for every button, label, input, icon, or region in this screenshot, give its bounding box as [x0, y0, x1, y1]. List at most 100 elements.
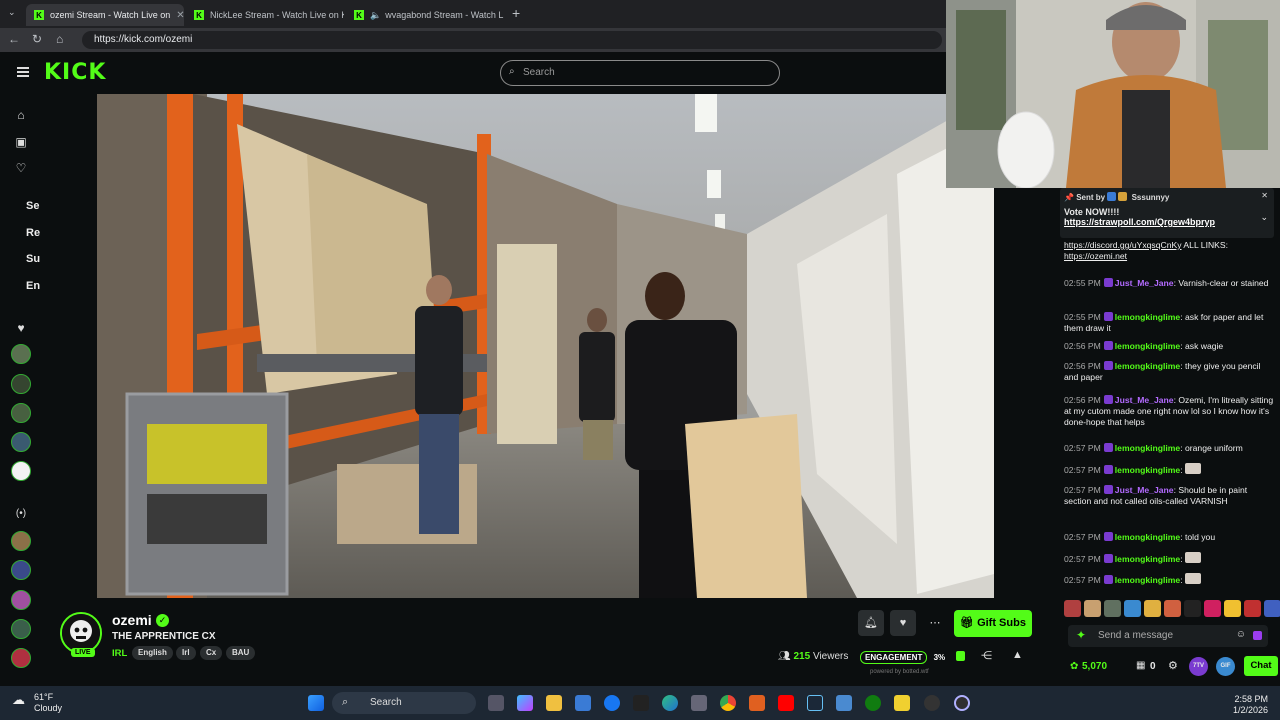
emote-icon[interactable] [1104, 600, 1121, 617]
emote-icon[interactable] [1244, 600, 1261, 617]
chat-input[interactable]: ✦ Send a message ☺ [1068, 625, 1268, 647]
chat-send-button[interactable]: Chat [1244, 656, 1278, 676]
channel-name[interactable]: ozemi [112, 612, 152, 628]
extension-icon[interactable] [956, 651, 965, 661]
following-heart-icon[interactable]: ♡ [14, 161, 28, 175]
new-tab-button[interactable]: + [512, 5, 520, 21]
search-input[interactable]: ⌕ Search [500, 60, 780, 86]
app-icon[interactable] [836, 695, 852, 711]
sidebar-channel-avatar[interactable] [11, 560, 31, 580]
obs-icon[interactable] [954, 695, 970, 711]
emote-icon[interactable] [1144, 600, 1161, 617]
menu-icon[interactable] [17, 67, 29, 77]
weather-widget[interactable]: ☁ 61°F Cloudy [12, 692, 62, 714]
file-explorer-icon[interactable] [546, 695, 562, 711]
chat-username[interactable]: lemongkinglime [1115, 443, 1180, 453]
emote-icon[interactable] [1164, 600, 1181, 617]
chat-username[interactable]: lemongkinglime [1115, 575, 1180, 585]
home-icon[interactable]: ⌂ [14, 108, 28, 122]
emote-icon[interactable] [1224, 600, 1241, 617]
sidebar-label[interactable]: Se [26, 200, 39, 212]
sidebar-channel-avatar[interactable] [11, 590, 31, 610]
chat-username[interactable]: lemongkinglime [1115, 465, 1180, 475]
gif-badge[interactable]: GIF [1216, 657, 1235, 676]
chat-username[interactable]: lemongkinglime [1115, 361, 1180, 371]
chrome-icon[interactable] [720, 695, 736, 711]
sidebar-channel-avatar[interactable] [11, 374, 31, 394]
edge-icon[interactable] [662, 695, 678, 711]
category-link[interactable]: IRL [112, 648, 127, 659]
unpin-icon[interactable]: ✕ [1261, 191, 1268, 200]
back-icon[interactable]: ← [8, 32, 20, 46]
report-icon[interactable]: ▲ [1012, 649, 1023, 661]
browser-tab-ozemi[interactable]: K ozemi Stream - Watch Live on ✕ [26, 4, 184, 26]
start-windows-icon[interactable] [308, 695, 324, 711]
points-count[interactable]: 5,070 [1082, 661, 1107, 672]
taskbar-clock[interactable]: 2:58 PM 1/2/2026 [1202, 694, 1268, 716]
chat-username[interactable]: Just_Me_Jane [1115, 485, 1174, 495]
emote-icon[interactable] [1084, 600, 1101, 617]
emote-icon[interactable] [1264, 600, 1280, 617]
chat-username[interactable]: lemongkinglime [1115, 341, 1180, 351]
emote-icon[interactable] [1204, 600, 1221, 617]
share-icon[interactable]: ⋲ [981, 649, 992, 662]
home-icon[interactable]: ⌂ [56, 32, 63, 46]
amazon-icon[interactable] [633, 695, 649, 711]
sidebar-label[interactable]: En [26, 280, 40, 292]
chat-username[interactable]: Just_Me_Jane [1115, 395, 1174, 405]
chat-username[interactable]: lemongkinglime [1115, 532, 1180, 542]
browse-icon[interactable]: ▣ [14, 135, 28, 149]
steam-icon[interactable] [807, 695, 823, 711]
tab-list-chevron-icon[interactable]: ⌄ [8, 7, 16, 18]
pinned-message[interactable]: 📌 Sent by Sssunnyy ✕ Vote NOW!!!! https:… [1060, 188, 1274, 238]
emote-icon[interactable] [1184, 600, 1201, 617]
sidebar-channel-avatar[interactable] [11, 531, 31, 551]
video-player[interactable] [97, 94, 994, 598]
chat-link[interactable]: https://ozemi.net [1064, 251, 1127, 261]
facebook-icon[interactable] [604, 695, 620, 711]
crate-count[interactable]: 0 [1150, 661, 1156, 672]
xbox-icon[interactable] [865, 695, 881, 711]
mute-icon[interactable]: 🔈 [370, 10, 381, 21]
sidebar-channel-avatar[interactable] [11, 461, 31, 481]
close-icon[interactable]: ✕ [176, 10, 184, 21]
emote-picker-icon[interactable] [1253, 631, 1262, 640]
url-field[interactable]: https://kick.com/ozemi [82, 31, 942, 49]
sidebar-channel-avatar[interactable] [11, 432, 31, 452]
settings-gear-icon[interactable]: ⚙ [1168, 659, 1178, 672]
sidebar-channel-avatar[interactable] [11, 403, 31, 423]
browser-tab-nicklee[interactable]: K NickLee Stream - Watch Live on K ✕ [186, 4, 344, 26]
sidebar-channel-avatar[interactable] [11, 648, 31, 668]
chat-username[interactable]: lemongkinglime [1115, 312, 1180, 322]
emote-icon[interactable] [1064, 600, 1081, 617]
more-options-button[interactable]: ⋯ [922, 610, 948, 636]
app-icon[interactable] [749, 695, 765, 711]
calculator-icon[interactable] [691, 695, 707, 711]
chat-link[interactable]: https://discord.gg/uYxqsqCnKy [1064, 240, 1182, 250]
taskbar-search[interactable]: ⌕ Search [332, 692, 476, 714]
tag-english[interactable]: English [132, 646, 173, 660]
notes-icon[interactable] [894, 695, 910, 711]
sidebar-label[interactable]: Re [26, 227, 40, 239]
tag-irl[interactable]: Irl [176, 646, 196, 660]
copilot-icon[interactable] [517, 695, 533, 711]
sidebar-label[interactable]: Su [26, 253, 40, 265]
youtube-icon[interactable] [778, 695, 794, 711]
gift-subs-button[interactable]: 🎁︎ Gift Subs [954, 610, 1032, 637]
chat-username[interactable]: Just_Me_Jane [1115, 278, 1174, 288]
emote-icon[interactable] [1124, 600, 1141, 617]
github-icon[interactable] [924, 695, 940, 711]
chat-username[interactable]: lemongkinglime [1115, 554, 1180, 564]
follow-heart-button[interactable]: ♥ [890, 610, 916, 636]
chevron-down-icon[interactable]: ⌄ [1260, 212, 1268, 223]
sidebar-channel-avatar[interactable] [11, 619, 31, 639]
notification-bell-button[interactable]: 🔔︎ [858, 610, 884, 636]
browser-tab-wvagabond[interactable]: K 🔈 wvagabond Stream - Watch L [346, 4, 506, 26]
kick-logo[interactable]: KICK [44, 60, 106, 85]
tag-cx[interactable]: Cx [200, 646, 223, 660]
7tv-badge[interactable]: 7TV [1189, 657, 1208, 676]
emoji-icon[interactable]: ☺ [1236, 629, 1246, 640]
sidebar-channel-avatar[interactable] [11, 344, 31, 364]
pinned-link[interactable]: https://strawpoll.com/Qrgew4bpryp [1064, 217, 1270, 227]
task-view-icon[interactable] [488, 695, 504, 711]
